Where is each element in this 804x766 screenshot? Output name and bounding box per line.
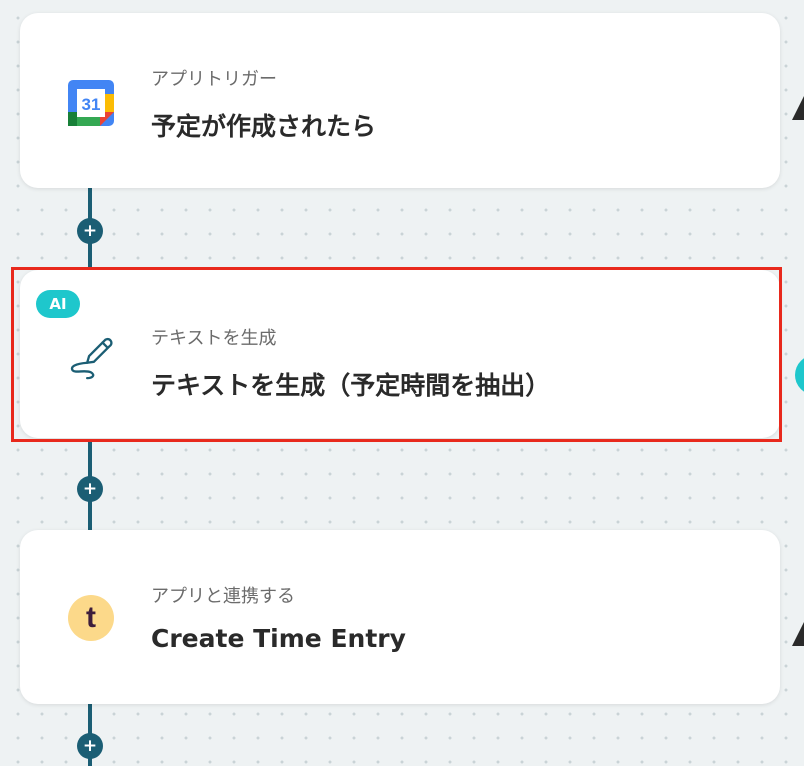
edge-circle-icon — [795, 355, 804, 395]
step-type-label: アプリと連携する — [151, 586, 295, 607]
add-step-button[interactable]: + — [77, 476, 103, 502]
edge-warning-icon — [792, 622, 804, 646]
flow-step-card-ai[interactable]: テキストを生成 テキストを生成（予定時間を抽出） — [20, 270, 780, 438]
step-type-label: テキストを生成 — [151, 328, 277, 349]
google-calendar-icon: 31 — [66, 78, 116, 128]
toggl-icon: t — [66, 593, 116, 643]
step-title: Create Time Entry — [151, 624, 406, 653]
ai-badge: AI — [36, 290, 80, 318]
flow-step-card-trigger[interactable]: 31 アプリトリガー 予定が作成されたら — [20, 13, 780, 188]
flow-step-card-action[interactable]: t アプリと連携する Create Time Entry — [20, 530, 780, 704]
step-title: 予定が作成されたら — [151, 112, 377, 141]
add-step-button[interactable]: + — [77, 733, 103, 759]
edge-warning-icon — [792, 96, 804, 120]
step-type-label: アプリトリガー — [151, 69, 277, 90]
calendar-day-number: 31 — [82, 95, 101, 114]
pen-write-icon — [66, 332, 116, 382]
step-title: テキストを生成（予定時間を抽出） — [151, 371, 551, 400]
add-step-button[interactable]: + — [77, 218, 103, 244]
toggl-icon-letter: t — [68, 595, 114, 641]
